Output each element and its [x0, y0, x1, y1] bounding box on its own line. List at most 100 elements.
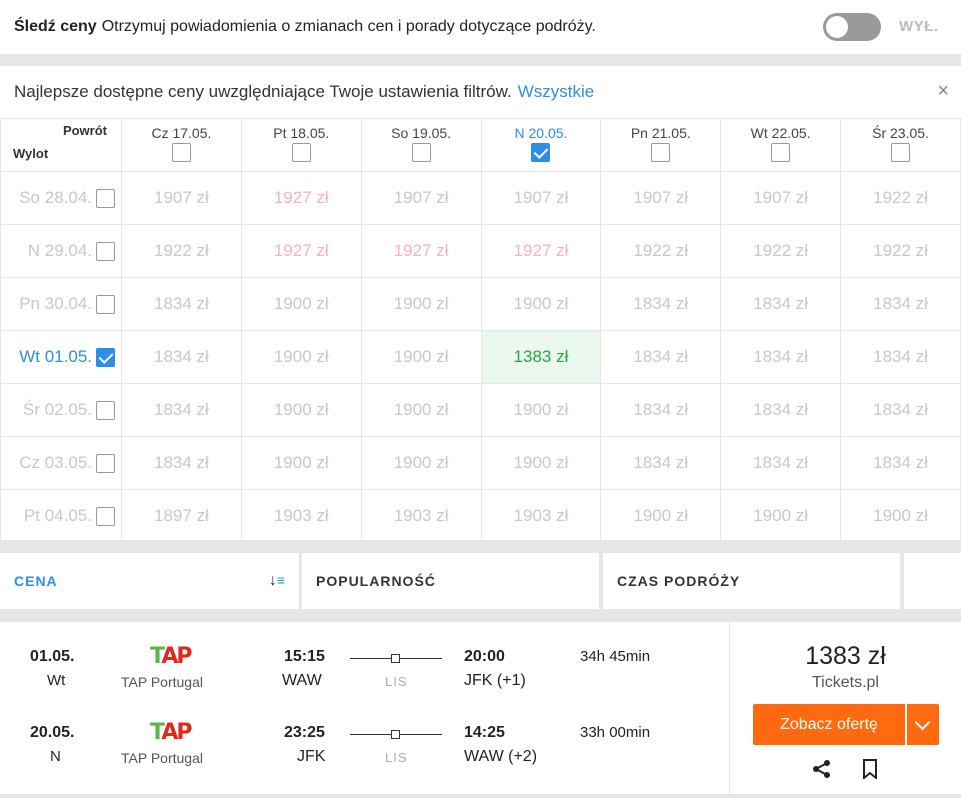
price-cell[interactable]: 1927 zł — [240, 171, 362, 225]
tap-logo-icon: TAP — [150, 644, 192, 669]
departure-date-cell[interactable]: Śr 02.05. — [0, 383, 122, 437]
price-cell[interactable]: 1834 zł — [121, 383, 242, 437]
price-cell[interactable]: 1900 zł — [360, 277, 482, 331]
price-cell[interactable]: 1907 zł — [600, 171, 722, 225]
price-cell[interactable]: 1900 zł — [360, 383, 482, 437]
return-date-column[interactable]: Pn 21.05. — [600, 118, 722, 172]
price-cell[interactable]: 1900 zł — [480, 277, 602, 331]
price-cell[interactable]: 1834 zł — [600, 277, 722, 331]
price-cell[interactable]: 1834 zł — [121, 330, 242, 384]
price-cell[interactable]: 1900 zł — [240, 277, 362, 331]
departure-date-checkbox[interactable] — [96, 188, 115, 208]
return-date-checkbox[interactable] — [531, 143, 551, 162]
departure-date-label: N 29.04. — [27, 241, 92, 260]
return-date-column[interactable]: So 19.05. — [360, 118, 482, 172]
departure-date-cell[interactable]: Pt 04.05. — [0, 489, 122, 543]
departure-date-cell[interactable]: Pn 30.04. — [0, 277, 122, 331]
price-cell[interactable]: 1834 zł — [121, 436, 242, 490]
price-cell[interactable]: 1900 zł — [240, 436, 362, 490]
price-cell[interactable]: 1922 zł — [840, 224, 961, 278]
price-cell[interactable]: 1927 zł — [240, 224, 362, 278]
price-cell[interactable]: 1903 zł — [480, 489, 602, 543]
airline-name: TAP Portugal — [121, 750, 203, 766]
price-cell[interactable]: 1907 zł — [720, 171, 842, 225]
price-alert-toggle[interactable] — [823, 13, 881, 41]
return-date-checkbox[interactable] — [171, 143, 191, 162]
price-cell[interactable]: 1922 zł — [600, 224, 722, 278]
price-cell[interactable]: 1903 zł — [240, 489, 362, 543]
price-cell[interactable]: 1834 zł — [840, 330, 961, 384]
price-cell[interactable]: 1834 zł — [121, 277, 242, 331]
price-cell[interactable]: 1834 zł — [600, 383, 722, 437]
price-cell[interactable]: 1834 zł — [720, 330, 842, 384]
return-date-checkbox[interactable] — [291, 143, 311, 162]
route-line — [350, 730, 442, 739]
price-cell[interactable]: 1834 zł — [600, 330, 722, 384]
arrival-airport: JFK (+1) — [464, 672, 526, 689]
return-date-column[interactable]: Pt 18.05. — [240, 118, 362, 172]
return-date-column[interactable]: Wt 22.05. — [720, 118, 842, 172]
price-cell[interactable]: 1834 zł — [600, 436, 722, 490]
departure-date-checkbox[interactable] — [96, 506, 115, 526]
price-cell[interactable]: 1834 zł — [840, 277, 961, 331]
departure-date-checkbox[interactable] — [96, 400, 115, 420]
departure-date-label: Wt 01.05. — [19, 347, 92, 366]
price-cell[interactable]: 1900 zł — [840, 489, 961, 543]
flight-result-card[interactable]: 01.05. Wt TAP TAP Portugal 15:15 WAW LIS… — [0, 622, 961, 794]
return-date-checkbox[interactable] — [771, 143, 791, 162]
departure-date-checkbox[interactable] — [96, 241, 115, 261]
price-cell[interactable]: 1907 zł — [121, 171, 242, 225]
price-cell[interactable]: 1900 zł — [600, 489, 722, 543]
airline-name: TAP Portugal — [121, 674, 203, 690]
price-cell[interactable]: 1900 zł — [360, 436, 482, 490]
price-cell[interactable]: 1922 zł — [121, 224, 242, 278]
sort-tab-popularity[interactable]: POPULARNOŚĆ — [302, 553, 599, 609]
price-cell[interactable]: 1900 zł — [480, 383, 602, 437]
return-date-column[interactable]: Śr 23.05. — [840, 118, 961, 172]
price-cell[interactable]: 1383 zł — [480, 330, 602, 384]
return-date-column[interactable]: N 20.05. — [480, 118, 602, 172]
price-cell[interactable]: 1834 zł — [840, 383, 961, 437]
return-date-checkbox[interactable] — [891, 143, 911, 162]
return-date-checkbox[interactable] — [411, 143, 431, 162]
departure-date-cell[interactable]: Wt 01.05. — [0, 330, 122, 384]
sort-order-icon[interactable]: ↓≡ — [269, 572, 285, 590]
price-cell[interactable]: 1897 zł — [121, 489, 242, 543]
price-cell[interactable]: 1900 zł — [720, 489, 842, 543]
close-icon[interactable]: × — [937, 80, 949, 103]
price-cell[interactable]: 1903 zł — [360, 489, 482, 543]
price-cell[interactable]: 1834 zł — [840, 436, 961, 490]
departure-date-checkbox[interactable] — [96, 453, 115, 473]
return-date-column[interactable]: Cz 17.05. — [121, 118, 242, 172]
price-cell[interactable]: 1900 zł — [480, 436, 602, 490]
price-cell[interactable]: 1834 zł — [720, 436, 842, 490]
view-offer-button[interactable]: Zobacz ofertę — [753, 704, 905, 745]
departure-date-checkbox[interactable] — [96, 347, 115, 367]
sort-tab-duration[interactable]: CZAS PODRÓŻY — [603, 553, 900, 609]
departure-date-checkbox[interactable] — [96, 294, 115, 314]
all-prices-link[interactable]: Wszystkie — [518, 82, 595, 102]
price-cell[interactable]: 1907 zł — [480, 171, 602, 225]
return-date-checkbox[interactable] — [651, 143, 671, 162]
price-cell[interactable]: 1900 zł — [240, 330, 362, 384]
departure-time: 15:15 — [284, 648, 325, 665]
price-cell[interactable]: 1927 zł — [360, 224, 482, 278]
return-date-label: So 19.05. — [391, 125, 452, 141]
price-cell[interactable]: 1922 zł — [840, 171, 961, 225]
sort-tab-price[interactable]: CENA ↓≡ — [0, 553, 299, 609]
offer-dropdown-button[interactable] — [907, 704, 939, 745]
price-cell[interactable]: 1900 zł — [360, 330, 482, 384]
bookmark-icon[interactable] — [862, 759, 878, 779]
price-cell[interactable]: 1834 zł — [720, 383, 842, 437]
share-icon[interactable] — [812, 759, 832, 779]
price-cell[interactable]: 1927 zł — [480, 224, 602, 278]
price-cell[interactable]: 1922 zł — [720, 224, 842, 278]
return-date-label: Śr 23.05. — [872, 125, 929, 141]
price-cell[interactable]: 1900 zł — [240, 383, 362, 437]
price-cell[interactable]: 1907 zł — [360, 171, 482, 225]
departure-date-cell[interactable]: Cz 03.05. — [0, 436, 122, 490]
price-cell[interactable]: 1834 zł — [720, 277, 842, 331]
departure-date-cell[interactable]: So 28.04. — [0, 171, 122, 225]
sort-more-button[interactable] — [904, 553, 961, 609]
departure-date-cell[interactable]: N 29.04. — [0, 224, 122, 278]
